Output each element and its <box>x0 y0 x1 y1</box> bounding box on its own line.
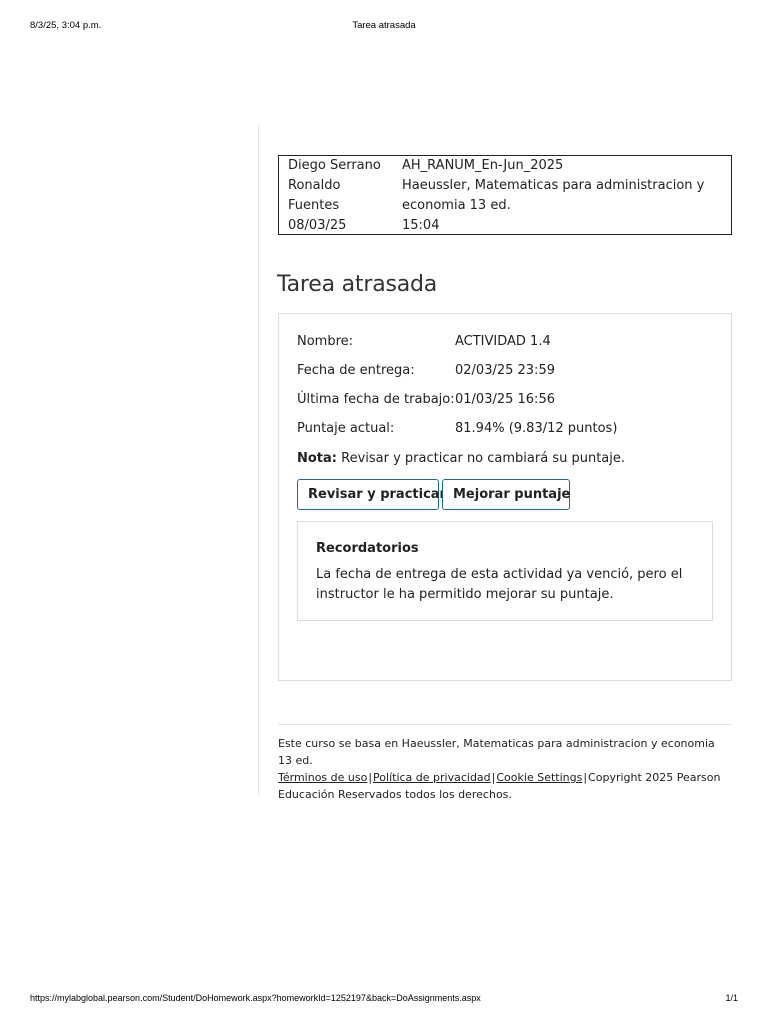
page-footer: Este curso se basa en Haeussler, Matemat… <box>278 735 730 803</box>
print-page-number: 1/1 <box>725 993 738 1003</box>
field-value-current-score: 81.94% (9.83/12 puntos) <box>455 421 618 436</box>
student-name-line-1: Diego Serrano <box>288 158 381 173</box>
field-value-name: ACTIVIDAD 1.4 <box>455 334 551 349</box>
field-label-last-worked: Última fecha de trabajo: <box>297 392 455 407</box>
student-name-line-2: Ronaldo <box>288 178 341 193</box>
field-value-last-worked: 01/03/25 16:56 <box>455 392 555 407</box>
info-time: 15:04 <box>402 218 440 233</box>
print-title: Tarea atrasada <box>352 20 416 31</box>
content-left-divider <box>258 125 259 795</box>
field-value-due-date: 02/03/25 23:59 <box>455 363 555 378</box>
footer-separator: | <box>491 771 496 784</box>
note-text: Revisar y practicar no cambiará su punta… <box>341 451 626 466</box>
course-basis-text: Este curso se basa en Haeussler, Matemat… <box>278 737 715 767</box>
field-label-current-score: Puntaje actual: <box>297 421 395 436</box>
student-info-right-column: AH_RANUM_En-Jun_2025 Haeussler, Matemati… <box>402 156 722 236</box>
improve-score-button[interactable]: Mejorar puntaje <box>442 479 570 510</box>
terms-of-use-link[interactable]: Términos de uso <box>278 771 367 784</box>
privacy-policy-link[interactable]: Política de privacidad <box>373 771 491 784</box>
footer-separator: | <box>583 771 588 784</box>
field-label-name: Nombre: <box>297 334 354 349</box>
note-label: Nota: <box>297 451 337 466</box>
reminders-text: La fecha de entrega de esta actividad ya… <box>316 567 683 602</box>
student-info-box: Diego Serrano Ronaldo Fuentes 08/03/25 A… <box>278 155 732 235</box>
course-code: AH_RANUM_En-Jun_2025 <box>402 158 564 173</box>
student-name-line-3: Fuentes <box>288 198 340 213</box>
field-label-due-date: Fecha de entrega: <box>297 363 415 378</box>
note: Nota: Revisar y practicar no cambiará su… <box>297 451 625 466</box>
reminders-title: Recordatorios <box>316 541 419 556</box>
print-header: 8/3/25, 3:04 p.m. Tarea atrasada <box>30 20 738 34</box>
print-url: https://mylabglobal.pearson.com/Student/… <box>30 993 481 1003</box>
page-title: Tarea atrasada <box>277 272 438 297</box>
footer-divider <box>278 724 732 725</box>
reminders-box: Recordatorios La fecha de entrega de est… <box>297 521 713 621</box>
review-and-practice-button[interactable]: Revisar y practicar <box>297 479 446 510</box>
student-info-left-column: Diego Serrano Ronaldo Fuentes 08/03/25 <box>288 156 398 236</box>
print-footer: https://mylabglobal.pearson.com/Student/… <box>30 993 738 1007</box>
cookie-settings-link[interactable]: Cookie Settings <box>496 771 582 784</box>
info-date: 08/03/25 <box>288 218 347 233</box>
assignment-panel: Nombre: ACTIVIDAD 1.4 Fecha de entrega: … <box>278 313 732 681</box>
course-book: Haeussler, Matematicas para administraci… <box>402 178 705 213</box>
footer-separator: | <box>368 771 373 784</box>
